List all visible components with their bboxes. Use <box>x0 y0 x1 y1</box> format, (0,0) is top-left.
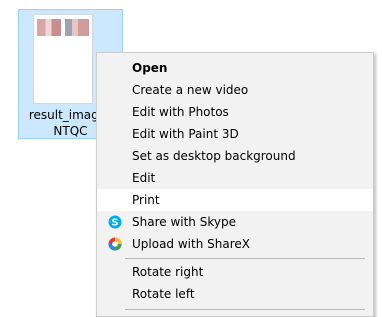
menu-item-edit-with-photos[interactable]: Edit with Photos <box>97 101 373 123</box>
menu-item-label: Set as desktop background <box>132 149 296 163</box>
menu-item-label: Edit <box>132 171 156 185</box>
menu-separator <box>125 258 365 259</box>
sharex-icon <box>108 237 122 251</box>
menu-item-label: Share with Skype <box>132 215 236 229</box>
menu-item-create-new-video[interactable]: Create a new video <box>97 79 373 101</box>
svg-text:S: S <box>111 218 118 229</box>
menu-item-label: Print <box>132 193 160 207</box>
menu-item-label: Edit with Paint 3D <box>132 127 239 141</box>
menu-item-share-with-skype[interactable]: S Share with Skype <box>97 211 373 233</box>
menu-item-edit[interactable]: Edit <box>97 167 373 189</box>
menu-item-open[interactable]: Open <box>97 57 373 79</box>
menu-item-label: Upload with ShareX <box>132 237 250 251</box>
menu-item-set-desktop-background[interactable]: Set as desktop background <box>97 145 373 167</box>
skype-icon: S <box>108 215 122 229</box>
menu-item-label: Open <box>132 61 168 75</box>
menu-item-print[interactable]: Print <box>97 189 373 211</box>
menu-item-label: Create a new video <box>132 83 249 97</box>
menu-item-upload-with-sharex[interactable]: Upload with ShareX <box>97 233 373 255</box>
menu-item-rotate-left[interactable]: Rotate left <box>97 283 373 305</box>
menu-item-rotate-right[interactable]: Rotate right <box>97 261 373 283</box>
context-menu: Open Create a new video Edit with Photos… <box>96 52 374 317</box>
menu-item-edit-with-paint-3d[interactable]: Edit with Paint 3D <box>97 123 373 145</box>
thumbnail-image-left <box>37 19 61 36</box>
thumbnail-image-right <box>65 19 89 36</box>
menu-item-label: Rotate left <box>132 287 195 301</box>
menu-item-label: Rotate right <box>132 265 204 279</box>
file-thumbnail <box>33 14 93 104</box>
menu-item-label: Edit with Photos <box>132 105 229 119</box>
